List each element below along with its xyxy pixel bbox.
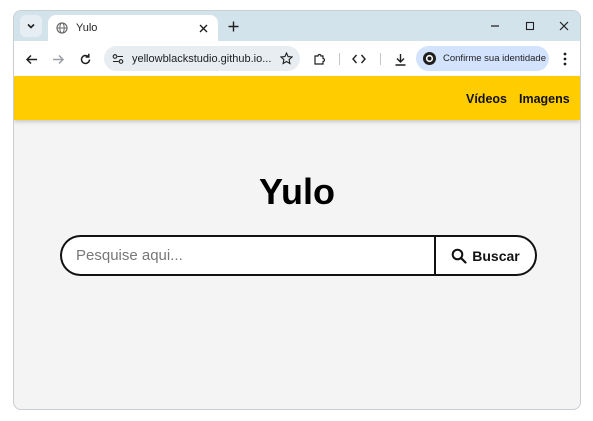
address-bar[interactable]: yellowblackstudio.github.io...: [104, 46, 300, 71]
tab-strip: Yulo: [14, 11, 580, 41]
extensions-button[interactable]: [310, 49, 330, 69]
profile-camera-icon: [422, 51, 437, 66]
download-icon: [395, 53, 405, 66]
arrow-right-icon: [52, 54, 64, 64]
profile-identity-chip[interactable]: Confirme sua identidade: [416, 46, 549, 71]
address-url: yellowblackstudio.github.io...: [132, 52, 272, 65]
tab-search-button[interactable]: [20, 15, 42, 37]
close-icon: [559, 21, 569, 31]
tab-title: Yulo: [76, 22, 98, 34]
nav-link-videos[interactable]: Vídeos: [466, 92, 507, 106]
forward-button[interactable]: [48, 49, 68, 69]
reload-button[interactable]: [75, 49, 95, 69]
browser-window: Yulo yellowblackstudio.github.io... Conf…: [13, 10, 581, 410]
browser-toolbar: yellowblackstudio.github.io... Confirme …: [14, 41, 580, 76]
maximize-button[interactable]: [521, 17, 539, 35]
profile-chip-label: Confirme sua identidade: [443, 53, 546, 64]
maximize-icon: [525, 21, 535, 31]
search-button[interactable]: Buscar: [434, 235, 537, 276]
devtools-button[interactable]: [349, 49, 369, 69]
downloads-button[interactable]: [390, 49, 410, 69]
new-tab-button[interactable]: [224, 17, 242, 35]
minimize-icon: [491, 25, 499, 27]
site-header: Vídeos Imagens: [14, 76, 580, 120]
toolbar-separator: [380, 53, 381, 65]
browser-tab-active[interactable]: Yulo: [48, 15, 218, 41]
back-button[interactable]: [21, 49, 41, 69]
site-logo: Yulo: [258, 171, 335, 212]
browser-menu-button[interactable]: [555, 49, 575, 69]
nav-link-images[interactable]: Imagens: [519, 92, 570, 106]
close-window-button[interactable]: [555, 17, 573, 35]
plus-icon: [228, 21, 238, 31]
more-vertical-icon: [563, 52, 567, 66]
code-icon: [352, 54, 366, 64]
globe-icon: [56, 22, 68, 34]
toolbar-separator: [339, 53, 340, 65]
chevron-down-icon: [27, 23, 35, 29]
search-input[interactable]: [60, 235, 434, 276]
reload-icon: [80, 53, 90, 64]
site-info-icon[interactable]: [110, 51, 126, 67]
star-icon[interactable]: [278, 51, 294, 67]
minimize-button[interactable]: [486, 17, 504, 35]
search-button-label: Buscar: [472, 247, 520, 264]
puzzle-icon: [314, 53, 326, 65]
tab-close-icon[interactable]: [196, 21, 210, 35]
arrow-left-icon: [25, 54, 37, 64]
search-icon: [451, 248, 467, 264]
